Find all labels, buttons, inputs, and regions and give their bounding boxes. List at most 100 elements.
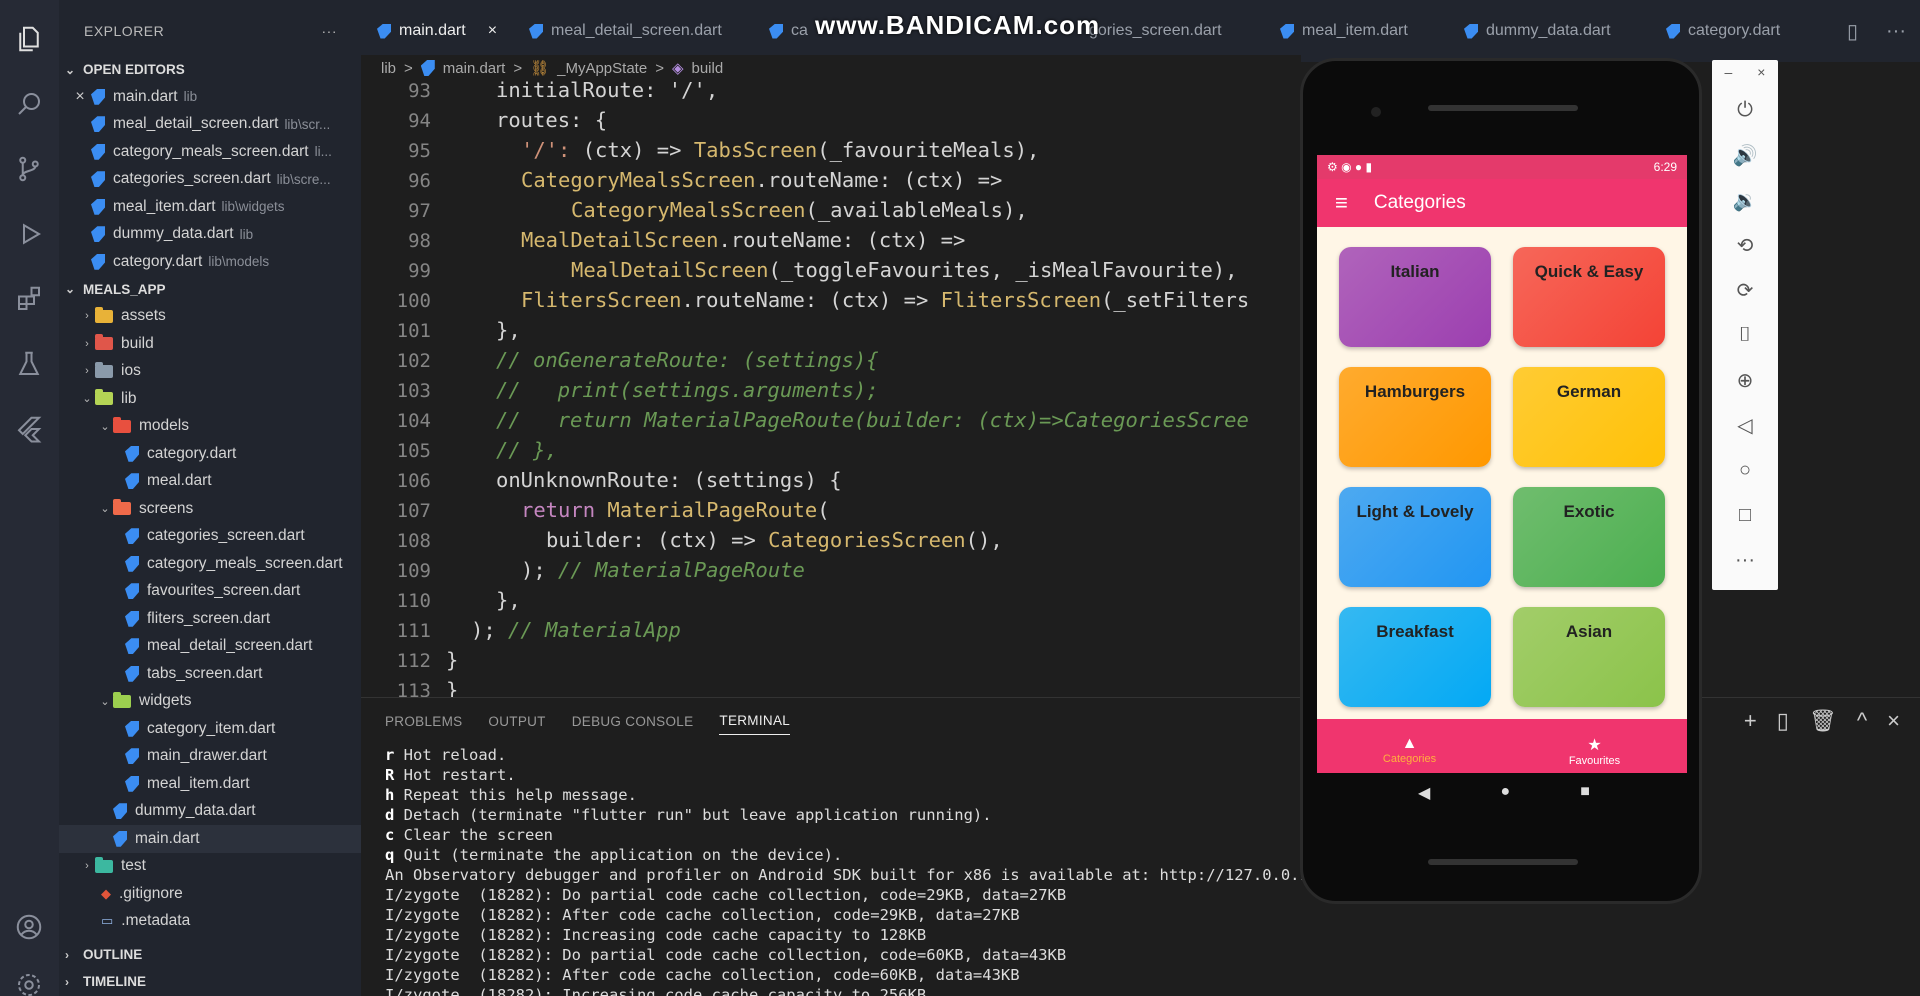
file-fliters-screen[interactable]: fliters_screen.dart xyxy=(59,605,361,633)
testing-icon[interactable] xyxy=(10,345,48,383)
tab-main-dart[interactable]: main.dart × xyxy=(377,8,517,54)
settings-gear-icon[interactable] xyxy=(10,966,48,996)
split-terminal-icon[interactable]: ▯ xyxy=(1777,708,1789,734)
folder-build[interactable]: › build xyxy=(59,330,361,358)
timeline-section[interactable]: › TIMELINE xyxy=(59,968,361,995)
more-icon[interactable]: ··· xyxy=(1712,544,1778,576)
folder-widgets[interactable]: ⌄ widgets xyxy=(59,688,361,716)
folder-test[interactable]: › test xyxy=(59,853,361,881)
file-dummy-data[interactable]: dummy_data.dart xyxy=(59,798,361,826)
file-categories-screen[interactable]: categories_screen.dart xyxy=(59,523,361,551)
power-icon[interactable]: ⏻ xyxy=(1712,94,1778,126)
file-favourites-screen[interactable]: favourites_screen.dart xyxy=(59,578,361,606)
rotate-right-icon[interactable]: ⟳ xyxy=(1712,274,1778,306)
split-editor-icon[interactable]: ▯ xyxy=(1847,8,1858,54)
menu-icon[interactable]: ≡ xyxy=(1335,190,1348,216)
file-tabs-screen[interactable]: tabs_screen.dart xyxy=(59,660,361,688)
file-category-meals-screen[interactable]: category_meals_screen.dart xyxy=(59,550,361,578)
folder-ios[interactable]: › ios xyxy=(59,358,361,386)
code-line: } xyxy=(446,678,459,697)
open-editor-item[interactable]: × main.dart lib xyxy=(59,83,361,111)
account-icon[interactable] xyxy=(10,908,48,946)
category-tile[interactable]: Hamburgers xyxy=(1339,367,1491,467)
close-icon[interactable]: × xyxy=(69,88,91,106)
maximize-panel-icon[interactable]: ^ xyxy=(1857,708,1867,734)
flutter-icon[interactable] xyxy=(10,410,48,448)
file-metadata[interactable]: ▭ .metadata xyxy=(59,908,361,936)
open-editor-item[interactable]: category_meals_screen.dart li... xyxy=(59,138,361,166)
file-meal-detail-screen[interactable]: meal_detail_screen.dart xyxy=(59,633,361,661)
breadcrumb-file[interactable]: main.dart xyxy=(443,60,506,77)
search-icon[interactable] xyxy=(10,85,48,123)
home-icon[interactable]: ○ xyxy=(1712,454,1778,486)
close-tab-icon[interactable]: × xyxy=(488,22,497,40)
emulator-window-controls[interactable]: – × xyxy=(1712,62,1778,82)
open-editors-section[interactable]: ⌄ OPEN EDITORS xyxy=(59,56,361,83)
category-tile[interactable]: Breakfast xyxy=(1339,607,1491,707)
back-icon[interactable]: ◁ xyxy=(1712,409,1778,441)
panel-tab-problems[interactable]: PROBLEMS xyxy=(385,708,462,735)
file-main-drawer[interactable]: main_drawer.dart xyxy=(59,743,361,771)
category-tile[interactable]: Exotic xyxy=(1513,487,1665,587)
outline-section[interactable]: › OUTLINE xyxy=(59,941,361,968)
overview-icon[interactable]: ■ xyxy=(1580,783,1590,803)
back-icon[interactable]: ◀ xyxy=(1418,783,1430,803)
file-category-item[interactable]: category_item.dart xyxy=(59,715,361,743)
tab-categories-screen[interactable]: gories_screen.dart xyxy=(1089,8,1222,54)
tab-category-meals[interactable]: ca xyxy=(769,8,808,54)
panel-tab-terminal[interactable]: TERMINAL xyxy=(719,707,791,735)
tab-meal-detail[interactable]: meal_detail_screen.dart xyxy=(529,8,722,54)
close-panel-icon[interactable]: × xyxy=(1887,708,1900,734)
extensions-icon[interactable] xyxy=(10,280,48,318)
open-editor-item[interactable]: category.dart lib\models xyxy=(59,248,361,276)
file-main[interactable]: main.dart xyxy=(59,825,361,853)
tab-dummy-data[interactable]: dummy_data.dart xyxy=(1464,8,1611,54)
volume-up-icon[interactable]: 🔊 xyxy=(1712,139,1778,171)
nav-label: Categories xyxy=(1382,753,1437,765)
folder-lib[interactable]: ⌄ lib xyxy=(59,385,361,413)
open-editor-item[interactable]: meal_item.dart lib\widgets xyxy=(59,193,361,221)
overview-icon[interactable]: □ xyxy=(1712,499,1778,531)
category-tile[interactable]: German xyxy=(1513,367,1665,467)
explorer-icon[interactable] xyxy=(10,20,48,58)
editor-more-icon[interactable]: ··· xyxy=(1886,8,1906,54)
folder-assets[interactable]: › assets xyxy=(59,303,361,331)
source-control-icon[interactable] xyxy=(10,150,48,188)
file-meal-model[interactable]: meal.dart xyxy=(59,468,361,496)
home-icon[interactable]: ● xyxy=(1500,783,1510,803)
open-editor-name: meal_item.dart xyxy=(113,197,216,215)
category-label: Asian xyxy=(1565,622,1613,641)
breadcrumb-class[interactable]: _MyAppState xyxy=(557,60,647,77)
code-editor[interactable]: 93 94 95 96 97 98 99 100 101 102 103 104 105 106 107 10… xyxy=(361,80,1301,697)
trash-icon[interactable]: 🗑 xyxy=(1809,708,1837,734)
project-section[interactable]: ⌄ MEALS_APP xyxy=(59,276,361,303)
panel-tab-output[interactable]: OUTPUT xyxy=(488,708,545,735)
run-debug-icon[interactable] xyxy=(10,215,48,253)
camera-icon[interactable]: ⌷ xyxy=(1712,319,1778,351)
terminal-output[interactable]: r Hot reload. R Hot restart. h Repeat this… xyxy=(385,745,1328,996)
folder-models[interactable]: ⌄ models xyxy=(59,413,361,441)
nav-favourites[interactable]: ★ Favourites xyxy=(1502,719,1687,773)
file-category-model[interactable]: category.dart xyxy=(59,440,361,468)
rotate-left-icon[interactable]: ⟲ xyxy=(1712,229,1778,261)
open-editor-item[interactable]: meal_detail_screen.dart lib\scr... xyxy=(59,111,361,139)
open-editor-item[interactable]: categories_screen.dart lib\scre... xyxy=(59,166,361,194)
tab-meal-item[interactable]: meal_item.dart xyxy=(1280,8,1408,54)
breadcrumb-lib[interactable]: lib xyxy=(381,60,396,77)
zoom-icon[interactable]: ⊕ xyxy=(1712,364,1778,396)
file-meal-item[interactable]: meal_item.dart xyxy=(59,770,361,798)
category-tile[interactable]: Light & Lovely xyxy=(1339,487,1491,587)
nav-categories[interactable]: ▲ Categories xyxy=(1317,719,1502,773)
new-terminal-icon[interactable]: + xyxy=(1744,708,1757,734)
breadcrumb-method[interactable]: build xyxy=(692,60,724,77)
file-gitignore[interactable]: ◆ .gitignore xyxy=(59,880,361,908)
more-actions-icon[interactable]: ··· xyxy=(322,23,338,39)
tab-category[interactable]: category.dart xyxy=(1666,8,1780,54)
category-tile[interactable]: Quick & Easy xyxy=(1513,247,1665,347)
category-tile[interactable]: Asian xyxy=(1513,607,1665,707)
panel-tab-debug-console[interactable]: DEBUG CONSOLE xyxy=(572,708,694,735)
volume-down-icon[interactable]: 🔉 xyxy=(1712,184,1778,216)
open-editor-item[interactable]: dummy_data.dart lib xyxy=(59,221,361,249)
category-tile[interactable]: Italian xyxy=(1339,247,1491,347)
folder-screens[interactable]: ⌄ screens xyxy=(59,495,361,523)
